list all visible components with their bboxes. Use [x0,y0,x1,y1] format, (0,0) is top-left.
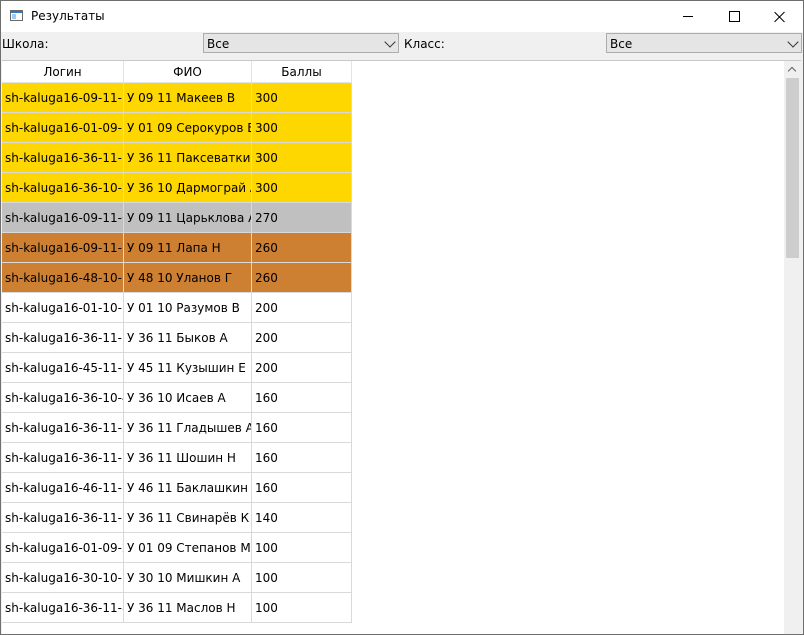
column-header-login[interactable]: Логин [2,61,124,83]
table-row[interactable]: sh-kaluga16-01-09-1 У 01 09 Серокуров Е 30… [2,113,352,143]
cell-score[interactable]: 100 [252,593,352,623]
cell-fio[interactable]: У 36 11 Паксеваткин А [124,143,252,173]
school-select[interactable]: Все [203,33,399,53]
table-row[interactable]: sh-kaluga16-01-10-1 У 01 10 Разумов В 200 [2,293,352,323]
cell-login[interactable]: sh-kaluga16-46-11-1 [2,473,124,503]
cell-login[interactable]: sh-kaluga16-36-10-4 [2,383,124,413]
close-button[interactable] [757,1,803,32]
cell-fio[interactable]: У 36 11 Гладышев А [124,413,252,443]
cell-score[interactable]: 300 [252,143,352,173]
school-select-value: Все [207,37,230,51]
chevron-down-icon [787,36,799,48]
results-table[interactable]: Логин ФИО Баллы sh-kaluga16-09-11-1 У 09 … [2,60,801,634]
cell-login[interactable]: sh-kaluga16-36-11-11 [2,503,124,533]
table-row[interactable]: sh-kaluga16-36-10-4 У 36 10 Исаев А 160 [2,383,352,413]
cell-fio[interactable]: У 01 10 Разумов В [124,293,252,323]
minimize-icon [683,16,693,17]
title-bar[interactable]: Результаты [1,1,803,32]
cell-score[interactable]: 160 [252,443,352,473]
cell-login[interactable]: sh-kaluga16-36-11-3 [2,413,124,443]
close-icon [774,11,786,23]
filter-bar: Школа: Все Класс: Все [1,32,803,57]
school-label: Школа: [2,37,49,51]
table-row[interactable]: sh-kaluga16-36-11-10У 36 11 Паксеваткин … [2,143,352,173]
cell-fio[interactable]: У 36 10 Дармограй А [124,173,252,203]
table-row[interactable]: sh-kaluga16-09-11-6 У 09 11 Царьклова А 27… [2,203,352,233]
cell-score[interactable]: 100 [252,533,352,563]
cell-fio[interactable]: У 30 10 Мишкин А [124,563,252,593]
table-row[interactable]: sh-kaluga16-36-11-12У 36 11 Шошин Н160 [2,443,352,473]
table-row[interactable]: sh-kaluga16-36-11-3 У 36 11 Гладышев А 160 [2,413,352,443]
cell-score[interactable]: 270 [252,203,352,233]
table-row[interactable]: sh-kaluga16-36-11-8 У 36 11 Маслов Н 100 [2,593,352,623]
cell-fio[interactable]: У 45 11 Кузышин Е [124,353,252,383]
cell-score[interactable]: 260 [252,233,352,263]
table-row[interactable]: sh-kaluga16-01-09-2 У 01 09 Степанов М 100 [2,533,352,563]
table-row[interactable]: sh-kaluga16-36-11-1 У 36 11 Быков А 200 [2,323,352,353]
table-row[interactable]: sh-kaluga16-36-11-11У 36 11 Свинарёв К14… [2,503,352,533]
cell-score[interactable]: 260 [252,263,352,293]
cell-score[interactable]: 200 [252,323,352,353]
cell-login[interactable]: sh-kaluga16-01-10-1 [2,293,124,323]
table-row[interactable]: sh-kaluga16-09-11-1 У 09 11 Макеев В 300 [2,83,352,113]
cell-score[interactable]: 200 [252,293,352,323]
table-row[interactable]: sh-kaluga16-46-11-1 У 46 11 Баклашкин М 16… [2,473,352,503]
scroll-thumb[interactable] [786,78,799,258]
table-row[interactable]: sh-kaluga16-09-11-2 У 09 11 Лапа Н 260 [2,233,352,263]
cell-score[interactable]: 140 [252,503,352,533]
table-row[interactable]: sh-kaluga16-30-10-1 У 30 10 Мишкин А 100 [2,563,352,593]
cell-fio[interactable]: У 36 11 Свинарёв К [124,503,252,533]
cell-login[interactable]: sh-kaluga16-36-11-12 [2,443,124,473]
cell-fio[interactable]: У 36 11 Быков А [124,323,252,353]
cell-login[interactable]: sh-kaluga16-36-11-10 [2,143,124,173]
cell-login[interactable]: sh-kaluga16-48-10-1 [2,263,124,293]
cell-login[interactable]: sh-kaluga16-01-09-2 [2,533,124,563]
maximize-icon [728,11,740,22]
results-window: Результаты Школа: Все Класс: Все Логин Ф… [0,0,804,635]
cell-score[interactable]: 160 [252,383,352,413]
cell-score[interactable]: 300 [252,83,352,113]
cell-login[interactable]: sh-kaluga16-09-11-2 [2,233,124,263]
chevron-up-icon[interactable] [784,61,801,78]
cell-login[interactable]: sh-kaluga16-45-11-1 [2,353,124,383]
cell-score[interactable]: 200 [252,353,352,383]
cell-fio[interactable]: У 48 10 Уланов Г [124,263,252,293]
column-header-fio[interactable]: ФИО [124,61,252,83]
cell-fio[interactable]: У 09 11 Макеев В [124,83,252,113]
cell-login[interactable]: sh-kaluga16-01-09-1 [2,113,124,143]
table-row[interactable]: sh-kaluga16-36-10-2 У 36 10 Дармограй А 30… [2,173,352,203]
vertical-scrollbar[interactable] [784,61,801,634]
cell-score[interactable]: 300 [252,173,352,203]
cell-fio[interactable]: У 09 11 Лапа Н [124,233,252,263]
cell-score[interactable]: 160 [252,413,352,443]
table-row[interactable]: sh-kaluga16-45-11-1 У 45 11 Кузышин Е 200 [2,353,352,383]
minimize-button[interactable] [665,1,711,32]
class-select-value: Все [610,37,633,51]
app-window-icon [10,10,23,21]
window-title: Результаты [31,9,105,23]
cell-score[interactable]: 100 [252,563,352,593]
class-select[interactable]: Все [606,33,802,53]
cell-login[interactable]: sh-kaluga16-09-11-6 [2,203,124,233]
cell-fio[interactable]: У 09 11 Царьклова А [124,203,252,233]
cell-login[interactable]: sh-kaluga16-30-10-1 [2,563,124,593]
cell-fio[interactable]: У 36 10 Исаев А [124,383,252,413]
maximize-button[interactable] [711,1,757,32]
cell-score[interactable]: 160 [252,473,352,503]
class-label: Класс: [404,37,445,51]
chevron-down-icon [384,36,396,48]
cell-fio[interactable]: У 36 11 Маслов Н [124,593,252,623]
cell-fio[interactable]: У 46 11 Баклашкин М [124,473,252,503]
cell-fio[interactable]: У 01 09 Степанов М [124,533,252,563]
table-row[interactable]: sh-kaluga16-48-10-1 У 48 10 Уланов Г 260 [2,263,352,293]
cell-login[interactable]: sh-kaluga16-36-11-1 [2,323,124,353]
column-header-score[interactable]: Баллы [252,61,352,83]
cell-fio[interactable]: У 01 09 Серокуров Е [124,113,252,143]
cell-login[interactable]: sh-kaluga16-09-11-1 [2,83,124,113]
cell-login[interactable]: sh-kaluga16-36-10-2 [2,173,124,203]
cell-score[interactable]: 300 [252,113,352,143]
cell-fio[interactable]: У 36 11 Шошин Н [124,443,252,473]
cell-login[interactable]: sh-kaluga16-36-11-8 [2,593,124,623]
